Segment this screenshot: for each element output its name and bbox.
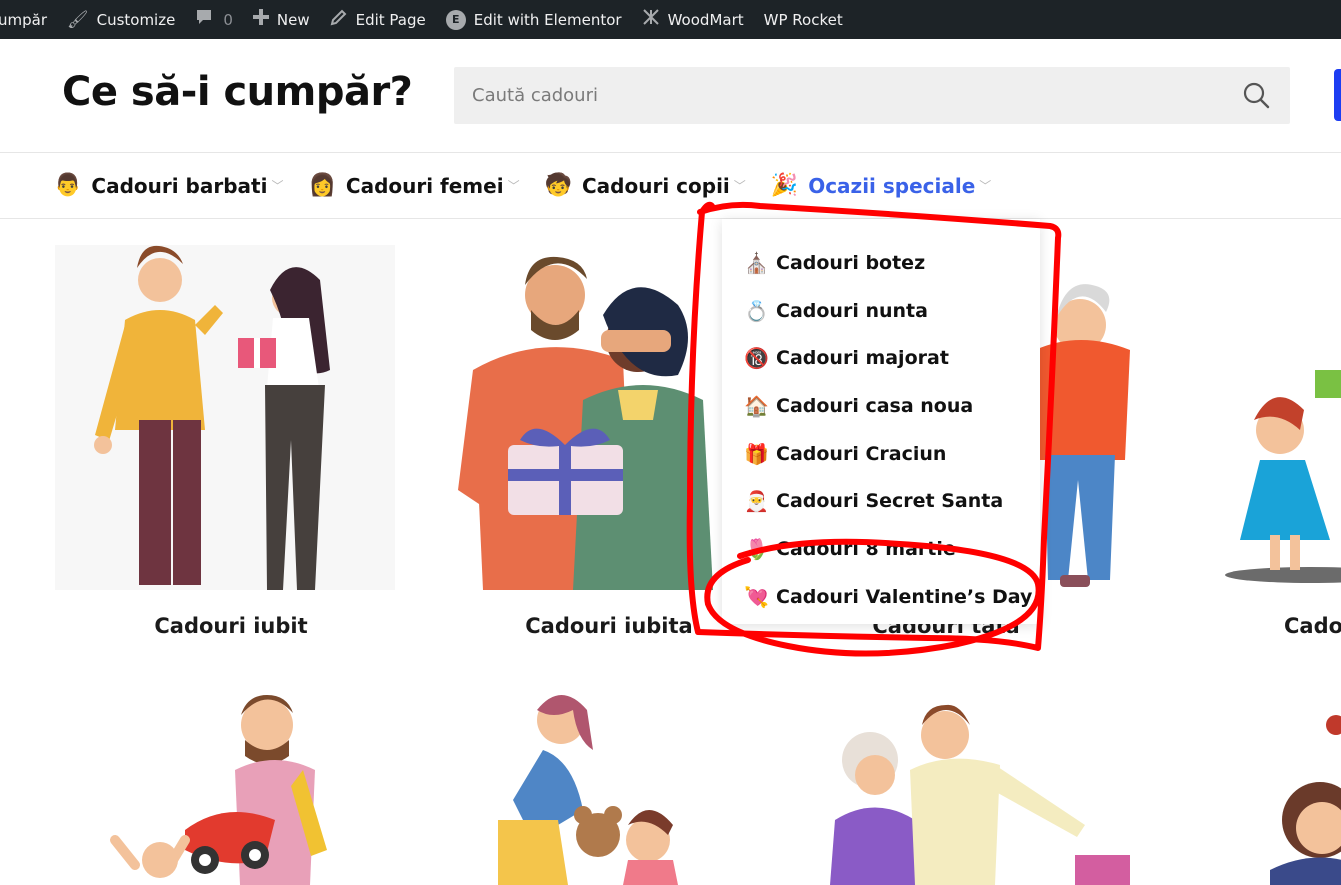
woman-icon: 👩: [308, 173, 336, 198]
wp-rocket-label: WP Rocket: [763, 10, 843, 29]
category-illustration: [830, 704, 1130, 885]
category-card[interactable]: [433, 680, 785, 885]
edit-page-link[interactable]: Edit Page: [320, 0, 436, 39]
nav-label: Cadouri copii: [582, 173, 730, 198]
category-card[interactable]: [1220, 680, 1341, 885]
submenu-label: Cadouri majorat: [776, 347, 949, 370]
category-illustration: [110, 695, 327, 885]
submenu-item-8-martie[interactable]: 🌷 Cadouri 8 martie: [722, 525, 1040, 573]
comment-bubble-icon: [195, 8, 213, 31]
wp-admin-bar: umpăr 🖌 Customize 0 New Edit Page E Edit…: [0, 0, 1341, 39]
site-header: Ce să-i cumpăr?: [0, 39, 1341, 153]
nav-label: Cadouri barbati: [91, 173, 268, 198]
submenu-item-secret-santa[interactable]: 🎅 Cadouri Secret Santa: [722, 477, 1040, 525]
submenu-label: Cadouri Craciun: [776, 442, 947, 465]
eighteen-icon: 🔞: [744, 346, 769, 371]
submenu-item-majorat[interactable]: 🔞 Cadouri majorat: [722, 334, 1040, 382]
search-icon[interactable]: [1242, 81, 1270, 109]
submenu-item-nunta[interactable]: 💍 Cadouri nunta: [722, 287, 1040, 335]
header-action-button[interactable]: [1334, 69, 1341, 121]
chevron-down-icon: ﹀: [507, 179, 520, 193]
submenu-label: Cadouri 8 martie: [776, 537, 956, 560]
woodmart-label: WoodMart: [667, 10, 744, 29]
woodmart-link[interactable]: WoodMart: [632, 0, 754, 39]
tulip-icon: 🌷: [744, 536, 769, 561]
elementor-label: Edit with Elementor: [473, 10, 622, 29]
edit-with-elementor-link[interactable]: E Edit with Elementor: [436, 0, 632, 39]
submenu-label: Cadouri botez: [776, 251, 926, 274]
customize-link[interactable]: 🖌 Customize: [57, 0, 185, 39]
man-icon: 👨: [54, 173, 82, 198]
submenu-item-botez[interactable]: ⛪ Cadouri botez: [722, 239, 1040, 287]
submenu-item-casa-noua[interactable]: 🏠 Cadouri casa noua: [722, 382, 1040, 430]
elementor-icon: E: [445, 9, 466, 30]
nav-label: Cadouri femei: [345, 173, 504, 198]
category-card[interactable]: [810, 680, 1162, 885]
child-icon: 🧒: [544, 173, 572, 198]
ring-icon: 💍: [744, 298, 769, 323]
category-illustration: [1270, 715, 1341, 885]
category-card[interactable]: Cadouri iubit: [55, 230, 407, 650]
search-input[interactable]: [454, 67, 1234, 124]
nav-item-ocazii-speciale[interactable]: 🎉 Ocazii speciale ﹀: [771, 173, 992, 198]
woodmart-icon: [642, 8, 660, 31]
category-illustration: [498, 695, 678, 885]
nav-item-copii[interactable]: 🧒 Cadouri copii ﹀: [545, 173, 746, 198]
category-title: Cadouri iubit: [154, 614, 308, 638]
submenu-label: Cadouri nunta: [776, 299, 928, 322]
house-icon: 🏠: [744, 393, 769, 418]
search-bar: [454, 67, 1290, 124]
category-illustration: [1225, 370, 1341, 583]
santa-icon: 🎅: [744, 489, 769, 514]
comments-link[interactable]: 0: [185, 0, 243, 39]
chevron-down-icon: ﹀: [271, 179, 284, 193]
category-card[interactable]: Cado: [1220, 230, 1341, 650]
comments-count: 0: [223, 10, 233, 29]
main-nav: 👨 Cadouri barbati ﹀ 👩 Cadouri femei ﹀ 🧒 …: [0, 153, 1341, 219]
site-name-link[interactable]: umpăr: [0, 0, 57, 39]
church-icon: ⛪: [744, 250, 769, 275]
heart-arrow-icon: 💘: [744, 584, 769, 609]
chevron-down-icon: ﹀: [733, 179, 746, 193]
submenu-label: Cadouri casa noua: [776, 394, 974, 417]
pencil-icon: [330, 8, 348, 31]
submenu-label: Cadouri Valentine’s Day: [776, 585, 1033, 608]
nav-item-barbati[interactable]: 👨 Cadouri barbati ﹀: [54, 173, 283, 198]
new-label: New: [276, 10, 310, 29]
submenu-label: Cadouri Secret Santa: [776, 490, 1004, 513]
category-illustration: [55, 245, 395, 590]
customize-label: Customize: [96, 10, 176, 29]
new-content-link[interactable]: New: [243, 0, 320, 39]
submenu-item-craciun[interactable]: 🎁 Cadouri Craciun: [722, 430, 1040, 478]
gift-icon: 🎁: [744, 441, 769, 466]
nav-label: Ocazii speciale: [808, 173, 976, 198]
plus-icon: [252, 9, 269, 30]
site-logo[interactable]: Ce să-i cumpăr?: [62, 69, 413, 115]
submenu-ocazii-speciale: ⛪ Cadouri botez 💍 Cadouri nunta 🔞 Cadour…: [722, 219, 1040, 624]
submenu-item-valentines-day[interactable]: 💘 Cadouri Valentine’s Day: [722, 573, 1040, 621]
wp-rocket-link[interactable]: WP Rocket: [754, 0, 853, 39]
category-title: Cado: [1284, 614, 1341, 638]
chevron-down-icon: ﹀: [979, 179, 992, 193]
category-card[interactable]: [55, 680, 407, 885]
edit-page-label: Edit Page: [355, 10, 426, 29]
brush-icon: 🖌: [67, 9, 89, 30]
party-popper-icon: 🎉: [770, 173, 799, 198]
nav-item-femei[interactable]: 👩 Cadouri femei ﹀: [308, 173, 519, 198]
